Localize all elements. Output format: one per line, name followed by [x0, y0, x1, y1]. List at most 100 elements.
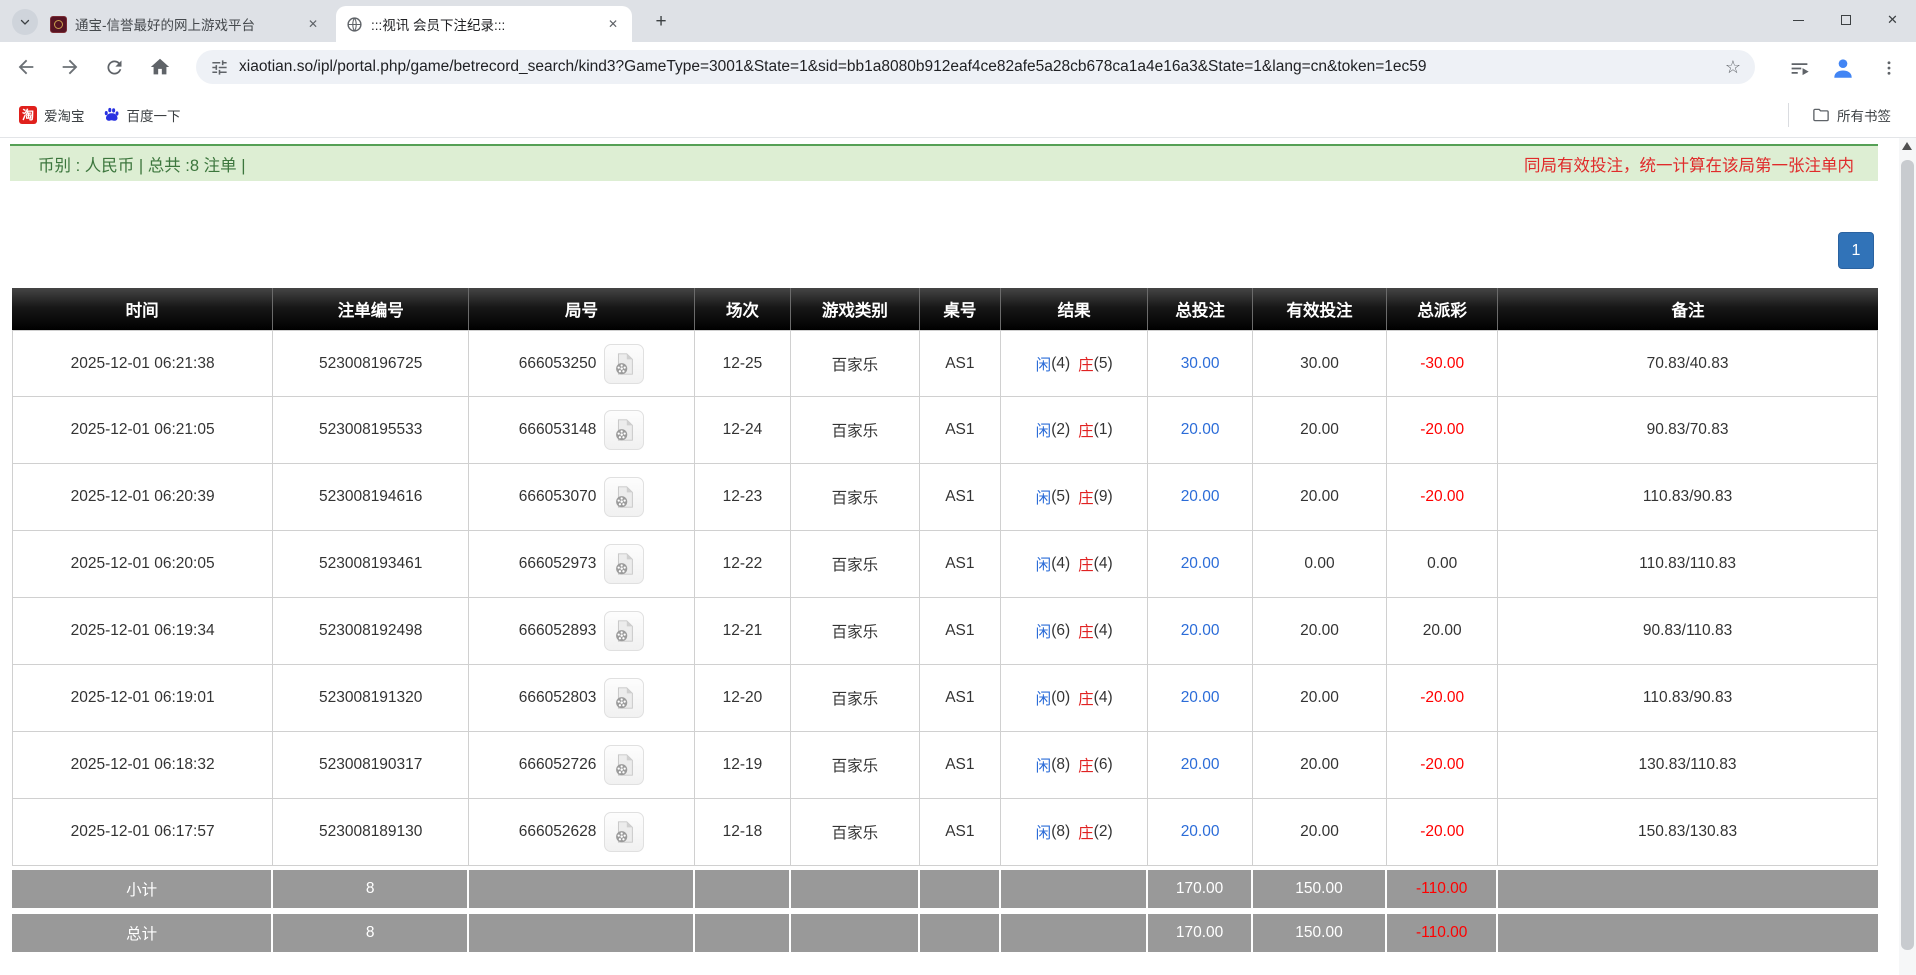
cell-total-bet: 30.00 — [1148, 331, 1252, 396]
video-replay-button[interactable] — [604, 745, 644, 785]
video-replay-button[interactable] — [604, 410, 644, 450]
window-close-button[interactable]: ✕ — [1869, 0, 1916, 40]
total-bet-link[interactable]: 20.00 — [1181, 555, 1220, 573]
media-controls-button[interactable] — [1782, 51, 1816, 85]
bookmark-star-button[interactable]: ☆ — [1725, 57, 1741, 78]
scrollbar-thumb[interactable] — [1901, 160, 1914, 950]
home-button[interactable] — [142, 49, 178, 85]
video-replay-button[interactable] — [604, 678, 644, 718]
bookmark-baidu[interactable]: 百度一下 — [94, 100, 190, 130]
table-row: 2025-12-01 06:20:05 523008193461 6660529… — [12, 531, 1878, 598]
tab-close-button[interactable]: ✕ — [604, 15, 622, 33]
video-replay-button[interactable] — [604, 812, 644, 852]
total-bet-link[interactable]: 20.00 — [1181, 689, 1220, 707]
cell-time: 2025-12-01 06:21:05 — [12, 397, 273, 463]
table-body: 2025-12-01 06:21:38 523008196725 6660532… — [12, 330, 1878, 866]
header-time: 时间 — [12, 288, 273, 330]
refresh-button[interactable] — [96, 49, 132, 85]
video-replay-button[interactable] — [604, 477, 644, 517]
player-result: 闲 — [1036, 486, 1052, 508]
cell-valid-bet: 0.00 — [1253, 531, 1387, 597]
cell-round: 666052628 — [469, 799, 695, 865]
taobao-icon: 淘 — [19, 106, 37, 124]
player-points: (8) — [1051, 823, 1070, 841]
cell-total-bet: 20.00 — [1148, 665, 1252, 731]
site-favicon — [50, 16, 67, 33]
tab-title: 通宝-信誉最好的网上游戏平台 — [75, 14, 296, 34]
site-settings-icon[interactable] — [210, 58, 229, 77]
cell-table-no: AS1 — [920, 732, 1001, 798]
table-row: 2025-12-01 06:21:38 523008196725 6660532… — [12, 330, 1878, 397]
cell-table-no: AS1 — [920, 331, 1001, 396]
cell-valid-bet: 20.00 — [1253, 464, 1387, 530]
cell-total-bet: 20.00 — [1148, 464, 1252, 530]
scrollbar-up-arrow[interactable] — [1902, 142, 1912, 150]
bookmark-aitaobao[interactable]: 淘 爱淘宝 — [10, 100, 94, 130]
cell-note: 110.83/110.83 — [1498, 531, 1878, 597]
folder-icon — [1812, 106, 1830, 124]
payout-value: -20.00 — [1420, 756, 1464, 774]
cell-bet-id: 523008195533 — [273, 397, 469, 463]
banker-result: 庄 — [1078, 419, 1094, 441]
cell-game: 百家乐 — [791, 464, 920, 530]
video-replay-button[interactable] — [604, 344, 644, 384]
player-result: 闲 — [1036, 419, 1052, 441]
subtotal-payout: -110.00 — [1387, 870, 1498, 908]
total-payout: -110.00 — [1387, 914, 1498, 952]
cell-payout: -20.00 — [1387, 732, 1498, 798]
payout-value: -20.00 — [1420, 689, 1464, 707]
new-tab-button[interactable]: + — [648, 9, 674, 35]
banker-points: (6) — [1094, 756, 1113, 774]
player-points: (4) — [1051, 555, 1070, 573]
table-row: 2025-12-01 06:20:39 523008194616 6660530… — [12, 464, 1878, 531]
total-bet-link[interactable]: 20.00 — [1181, 488, 1220, 506]
video-replay-button[interactable] — [604, 544, 644, 584]
cell-time: 2025-12-01 06:21:38 — [12, 331, 273, 396]
window-maximize-button[interactable] — [1822, 0, 1869, 40]
page-1-button[interactable]: 1 — [1838, 232, 1874, 269]
all-bookmarks-button[interactable]: 所有书签 — [1803, 100, 1900, 130]
cell-round: 666052803 — [469, 665, 695, 731]
total-bet-link[interactable]: 30.00 — [1181, 355, 1220, 373]
total-valid-bet: 150.00 — [1253, 914, 1387, 952]
tab-inactive[interactable]: 通宝-信誉最好的网上游戏平台 ✕ — [40, 6, 332, 42]
video-file-icon — [611, 484, 637, 510]
cell-time: 2025-12-01 06:19:01 — [12, 665, 273, 731]
cell-valid-bet: 20.00 — [1253, 799, 1387, 865]
tab-active[interactable]: :::视讯 会员下注纪录::: ✕ — [336, 6, 632, 42]
table-row: 2025-12-01 06:19:01 523008191320 6660528… — [12, 665, 1878, 732]
tab-search-button[interactable] — [12, 9, 38, 35]
table-row: 2025-12-01 06:19:34 523008192498 6660528… — [12, 598, 1878, 665]
cell-result: 闲(4)庄(4) — [1001, 531, 1148, 597]
cell-payout: -20.00 — [1387, 799, 1498, 865]
total-bet-link[interactable]: 20.00 — [1181, 756, 1220, 774]
banker-points: (4) — [1094, 622, 1113, 640]
page-scrollbar[interactable] — [1899, 138, 1916, 975]
url-bar[interactable]: xiaotian.so/ipl/portal.php/game/betrecor… — [196, 50, 1755, 84]
total-bet-link[interactable]: 20.00 — [1181, 421, 1220, 439]
chevron-down-icon — [19, 16, 31, 28]
back-button[interactable] — [8, 49, 44, 85]
total-bet-link[interactable]: 20.00 — [1181, 823, 1220, 841]
banker-result: 庄 — [1078, 353, 1094, 375]
browser-menu-button[interactable] — [1872, 51, 1906, 85]
cell-round: 666052973 — [469, 531, 695, 597]
cell-payout: 0.00 — [1387, 531, 1498, 597]
cell-valid-bet: 20.00 — [1253, 665, 1387, 731]
banker-result: 庄 — [1078, 553, 1094, 575]
profile-avatar-button[interactable] — [1826, 51, 1860, 85]
bookmarks-divider — [1788, 103, 1789, 127]
total-bet-link[interactable]: 20.00 — [1181, 622, 1220, 640]
cell-note: 90.83/110.83 — [1498, 598, 1878, 664]
cell-valid-bet: 20.00 — [1253, 397, 1387, 463]
cell-time: 2025-12-01 06:17:57 — [12, 799, 273, 865]
cell-result: 闲(2)庄(1) — [1001, 397, 1148, 463]
tab-close-button[interactable]: ✕ — [304, 15, 322, 33]
kebab-menu-icon — [1880, 59, 1898, 77]
video-replay-button[interactable] — [604, 611, 644, 651]
cell-note: 150.83/130.83 — [1498, 799, 1878, 865]
cell-payout: -20.00 — [1387, 464, 1498, 530]
cell-table-no: AS1 — [920, 531, 1001, 597]
forward-button[interactable] — [52, 49, 88, 85]
window-minimize-button[interactable] — [1775, 0, 1822, 40]
